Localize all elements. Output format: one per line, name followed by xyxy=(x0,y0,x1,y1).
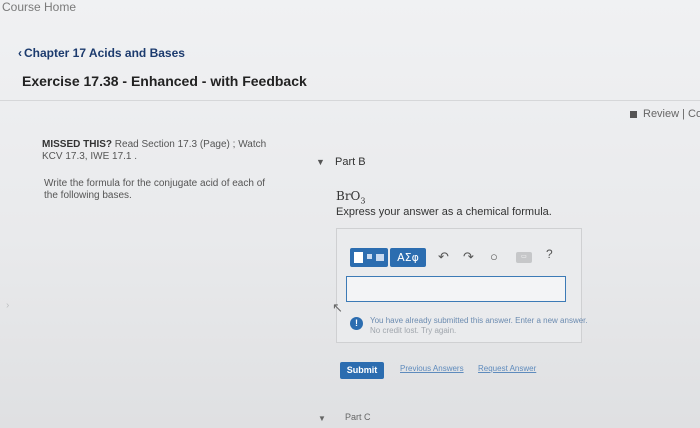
chevron-right-icon[interactable]: › xyxy=(6,300,9,311)
review-icon xyxy=(630,110,637,118)
page-title: Exercise 17.38 - Enhanced - with Feedbac… xyxy=(22,73,307,89)
title-divider xyxy=(0,100,700,101)
keyboard-icon[interactable]: ▭ xyxy=(516,252,532,263)
question-formula: BrO3 xyxy=(336,189,366,206)
answer-instruction: Express your answer as a chemical formul… xyxy=(336,206,552,218)
question-instruction: Write the formula for the conjugate acid… xyxy=(44,178,266,201)
template-box-icon xyxy=(376,254,384,261)
answer-input[interactable] xyxy=(346,276,566,302)
greek-symbols-button[interactable]: ΑΣφ xyxy=(390,248,426,267)
chevron-left-icon: ‹ xyxy=(18,46,22,60)
part-b-label[interactable]: Part B xyxy=(335,156,366,168)
warning-icon: ! xyxy=(350,317,363,330)
submit-button[interactable]: Submit xyxy=(340,362,384,379)
reset-icon[interactable]: ○ xyxy=(490,249,498,264)
template-small-icon xyxy=(367,254,372,259)
mouse-cursor-icon: ↖ xyxy=(332,300,343,315)
redo-icon[interactable]: ↷ xyxy=(463,249,474,265)
templates-button[interactable] xyxy=(350,248,388,267)
chapter-back-link[interactable]: ‹ Chapter 17 Acids and Bases xyxy=(18,46,185,60)
feedback-line-1: You have already submitted this answer. … xyxy=(370,316,588,325)
undo-icon[interactable]: ↶ xyxy=(438,249,449,265)
missed-this-hint: MISSED THIS? Read Section 17.3 (Page) ; … xyxy=(42,139,272,163)
review-label: Review | Co xyxy=(643,108,700,120)
previous-answers-link[interactable]: Previous Answers xyxy=(400,364,464,373)
review-link[interactable]: Review | Co xyxy=(630,108,700,120)
course-home-link[interactable]: Course Home xyxy=(2,0,76,14)
feedback-message: You have already submitted this answer. … xyxy=(370,316,630,336)
request-answer-link[interactable]: Request Answer xyxy=(478,364,536,373)
missed-this-label: MISSED THIS? xyxy=(42,139,113,150)
caret-down-icon[interactable]: ▼ xyxy=(316,157,325,167)
help-button[interactable]: ? xyxy=(546,247,553,261)
template-block-icon xyxy=(354,252,363,263)
caret-down-icon[interactable]: ▼ xyxy=(318,414,326,423)
part-c-label[interactable]: Part C xyxy=(345,412,371,422)
feedback-line-2: No credit lost. Try again. xyxy=(370,326,457,335)
chapter-link-label: Chapter 17 Acids and Bases xyxy=(24,46,185,60)
